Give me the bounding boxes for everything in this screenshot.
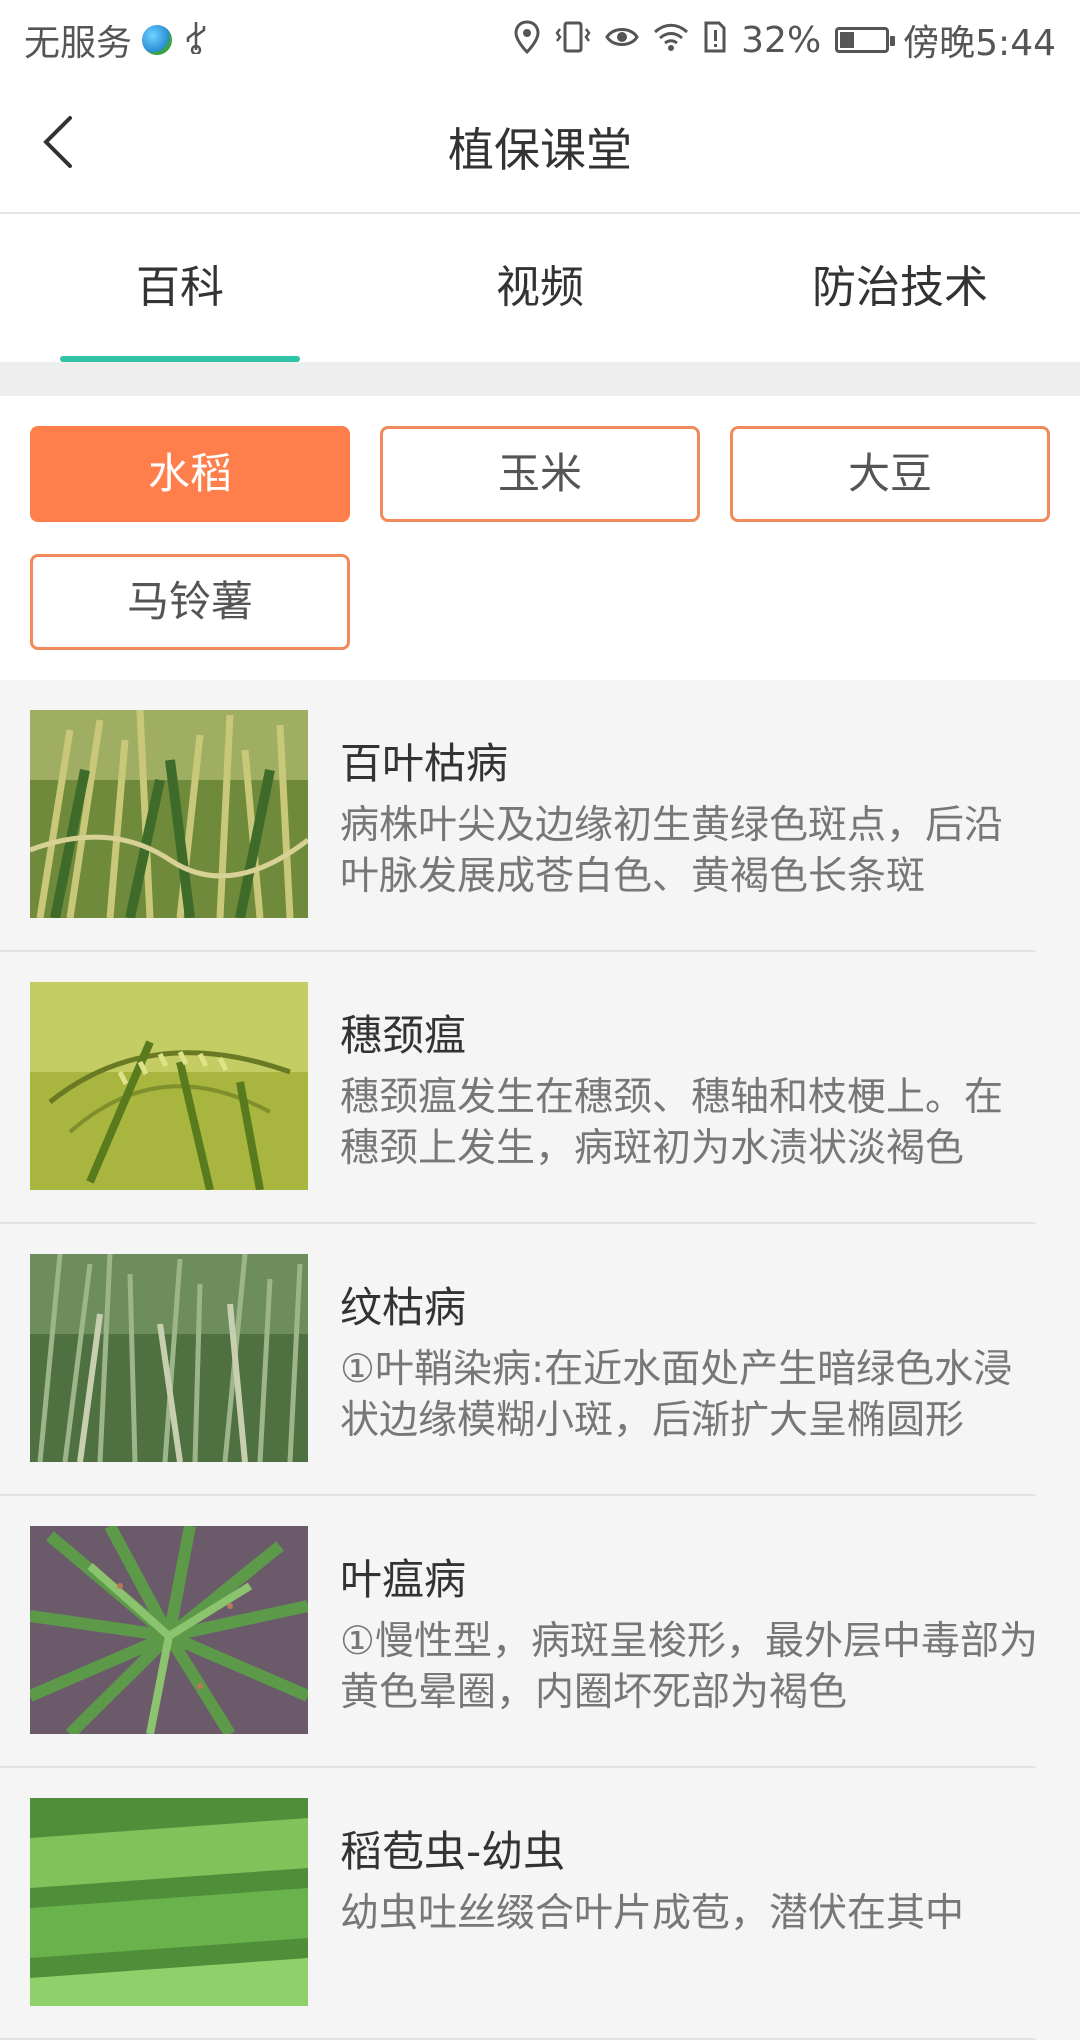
article-title: 百叶枯病 — [340, 739, 509, 788]
article-thumbnail — [30, 1798, 308, 2006]
article-thumbnail — [30, 1526, 308, 1734]
sim-alert-icon — [703, 21, 727, 59]
eye-icon — [605, 23, 639, 57]
globe-icon — [142, 25, 173, 55]
article-summary: 穗颈瘟发生在穗颈、穗轴和枝梗上。在穗颈上发生，病斑初为水渍状淡褐色 — [340, 1075, 1004, 1171]
wifi-icon — [653, 22, 689, 58]
clock: 傍晚5:44 — [903, 23, 1056, 64]
crop-chip-corn[interactable]: 玉米 — [380, 426, 700, 522]
article-summary: 幼虫吐丝缀合叶片成苞，潜伏在其中 — [340, 1891, 965, 1936]
carrier-text: 无服务 — [24, 23, 133, 64]
crop-filter: 水稻 玉米 大豆 马铃薯 — [0, 396, 1080, 680]
tab-label: 视频 — [496, 262, 584, 313]
tab-encyclopedia[interactable]: 百科 — [0, 214, 360, 362]
tab-video[interactable]: 视频 — [360, 214, 720, 362]
section-divider — [0, 362, 1080, 396]
article-title: 稻苞虫-幼虫 — [340, 1827, 566, 1876]
tab-control-techniques[interactable]: 防治技术 — [720, 214, 1080, 362]
usb-icon — [182, 20, 210, 60]
article-thumbnail — [30, 1254, 308, 1462]
page-title: 植保课堂 — [448, 123, 632, 177]
vibrate-icon — [555, 20, 591, 60]
article-summary: ①叶鞘染病:在近水面处产生暗绿色水浸状边缘模糊小斑，后渐扩大呈椭圆形 — [340, 1347, 1013, 1443]
list-item[interactable]: 稻苞虫-幼虫 幼虫吐丝缀合叶片成苞，潜伏在其中 — [0, 1768, 1080, 2040]
title-bar: 植保课堂 — [0, 74, 1080, 214]
crop-chip-soybean[interactable]: 大豆 — [730, 426, 1050, 522]
article-title: 纹枯病 — [340, 1283, 467, 1332]
battery-icon — [835, 27, 896, 53]
article-summary: 病株叶尖及边缘初生黄绿色斑点，后沿叶脉发展成苍白色、黄褐色长条斑 — [340, 803, 1004, 899]
article-summary: ①慢性型，病斑呈梭形，最外层中毒部为黄色晕圈，内圈坏死部为褐色 — [340, 1619, 1038, 1715]
article-title: 叶瘟病 — [340, 1555, 467, 1604]
battery-percent: 32% — [741, 19, 822, 61]
tab-label: 百科 — [136, 262, 224, 313]
crop-chip-potato[interactable]: 马铃薯 — [30, 554, 350, 650]
crop-chip-rice[interactable]: 水稻 — [30, 426, 350, 522]
article-title: 穗颈瘟 — [340, 1011, 467, 1060]
list-item[interactable]: 百叶枯病 病株叶尖及边缘初生黄绿色斑点，后沿叶脉发展成苍白色、黄褐色长条斑 — [0, 680, 1080, 952]
location-icon — [513, 20, 541, 60]
tab-bar: 百科 视频 防治技术 — [0, 214, 1080, 362]
article-thumbnail — [30, 710, 308, 918]
list-item[interactable]: 叶瘟病 ①慢性型，病斑呈梭形，最外层中毒部为黄色晕圈，内圈坏死部为褐色 — [0, 1496, 1080, 1768]
tab-label: 防治技术 — [812, 262, 988, 313]
article-thumbnail — [30, 982, 308, 1190]
status-bar: 无服务 32% 傍晚5:44 — [0, 0, 1080, 74]
list-item[interactable]: 穗颈瘟 穗颈瘟发生在穗颈、穗轴和枝梗上。在穗颈上发生，病斑初为水渍状淡褐色 — [0, 952, 1080, 1224]
list-item[interactable]: 纹枯病 ①叶鞘染病:在近水面处产生暗绿色水浸状边缘模糊小斑，后渐扩大呈椭圆形 — [0, 1224, 1080, 1496]
